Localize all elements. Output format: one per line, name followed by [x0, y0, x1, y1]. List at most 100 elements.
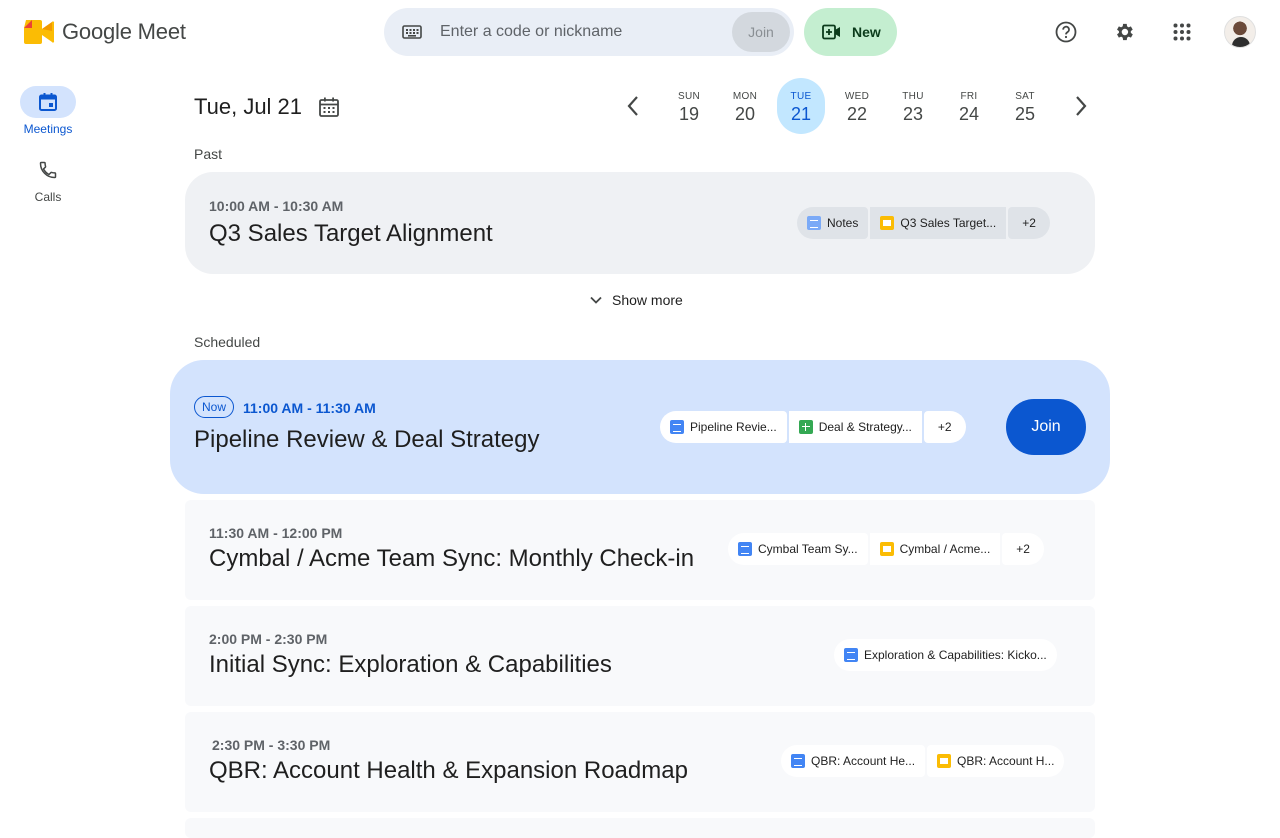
- attachment-chips: Exploration & Capabilities: Kicko...: [834, 639, 1057, 671]
- app-logo[interactable]: Google Meet: [22, 18, 186, 46]
- chevron-left-icon: [627, 96, 638, 116]
- meeting-code-input[interactable]: [440, 20, 710, 44]
- attachment-chip[interactable]: Notes: [797, 207, 869, 239]
- meeting-time: 2:30 PM - 3:30 PM: [212, 737, 331, 753]
- day-name: SUN: [677, 91, 700, 102]
- chip-label: Cymbal / Acme...: [899, 542, 991, 556]
- chip-label: Cymbal Team Sy...: [758, 542, 858, 556]
- attachment-chip[interactable]: Exploration & Capabilities: Kicko...: [834, 639, 1057, 671]
- chevron-down-icon: [590, 296, 602, 304]
- day-number: 22: [846, 104, 868, 124]
- attachment-chip[interactable]: Cymbal Team Sy...: [728, 533, 868, 565]
- meeting-time: 10:00 AM - 10:30 AM: [209, 198, 344, 214]
- chip-label: Deal & Strategy...: [818, 420, 912, 434]
- docs-icon: [844, 648, 858, 662]
- settings-gear-icon[interactable]: [1108, 16, 1140, 48]
- current-meeting-card[interactable]: Now 11:00 AM - 11:30 AM Pipeline Review …: [170, 360, 1110, 494]
- docs-icon: [738, 542, 752, 556]
- meeting-time: 11:30 AM - 12:00 PM: [209, 525, 343, 541]
- meeting-card[interactable]: 2:30 PM - 3:30 PM QBR: Account Health & …: [185, 712, 1095, 812]
- day-number: 21: [790, 104, 812, 124]
- chip-label: Pipeline Revie...: [690, 420, 777, 434]
- attachment-chip[interactable]: QBR: Account He...: [781, 745, 926, 777]
- attachment-chips: Pipeline Revie... Deal & Strategy... +2: [660, 411, 966, 443]
- meeting-card[interactable]: 2:00 PM - 2:30 PM Initial Sync: Explorat…: [185, 606, 1095, 706]
- meeting-title: QBR: Account Health & Expansion Roadmap: [209, 757, 688, 784]
- notes-icon: [807, 216, 821, 230]
- chip-label: Exploration & Capabilities: Kicko...: [864, 648, 1047, 662]
- help-icon[interactable]: [1050, 16, 1082, 48]
- attachment-chips: Notes Q3 Sales Target... +2: [797, 207, 1050, 239]
- attachment-chip[interactable]: Deal & Strategy...: [788, 411, 922, 443]
- meeting-time: 11:00 AM - 11:30 AM: [243, 400, 376, 416]
- new-meeting-button[interactable]: New: [804, 8, 897, 56]
- attachment-chips: Cymbal Team Sy... Cymbal / Acme... +2: [728, 533, 1044, 565]
- apps-grid-icon[interactable]: [1166, 16, 1198, 48]
- day-fri[interactable]: FRI 24: [945, 78, 993, 134]
- rail-label-meetings: Meetings: [23, 122, 73, 136]
- slides-icon: [880, 216, 895, 230]
- scheduled-section-label: Scheduled: [194, 334, 261, 350]
- calendar-icon: [39, 93, 57, 111]
- day-mon[interactable]: MON 20: [721, 78, 769, 134]
- day-name: MON: [732, 91, 758, 102]
- selected-date-title: Tue, Jul 21: [194, 94, 303, 119]
- day-number: 19: [678, 104, 700, 124]
- day-sun[interactable]: SUN 19: [665, 78, 713, 134]
- day-thu[interactable]: THU 23: [889, 78, 937, 134]
- new-meeting-label: New: [852, 24, 881, 40]
- day-name: WED: [844, 91, 870, 102]
- day-name: SAT: [1015, 91, 1035, 102]
- day-wed[interactable]: WED 22: [833, 78, 881, 134]
- app-name: Google Meet: [62, 19, 186, 44]
- slides-icon: [879, 542, 894, 556]
- meeting-code-search: Join: [384, 8, 794, 56]
- day-name: TUE: [790, 91, 812, 102]
- rail-item-calls[interactable]: Calls: [12, 154, 84, 204]
- slides-icon: [937, 754, 952, 768]
- sheets-icon: [798, 420, 813, 434]
- attachment-chip[interactable]: Q3 Sales Target...: [870, 207, 1007, 239]
- attachment-chip[interactable]: Pipeline Revie...: [660, 411, 787, 443]
- more-attachments-chip[interactable]: +2: [1008, 207, 1050, 239]
- video-add-icon: [822, 24, 840, 40]
- day-number: 20: [734, 104, 756, 124]
- show-more-label: Show more: [612, 292, 683, 308]
- chip-label: QBR: Account H...: [957, 754, 1055, 768]
- keyboard-icon: [402, 25, 422, 39]
- show-more-button[interactable]: Show more: [590, 292, 683, 308]
- meet-logo-icon: [24, 20, 55, 44]
- rail-item-meetings[interactable]: Meetings: [12, 86, 84, 136]
- day-sat[interactable]: SAT 25: [1001, 78, 1049, 134]
- attachment-chip[interactable]: QBR: Account H...: [927, 745, 1065, 777]
- previous-week-button[interactable]: [619, 92, 647, 120]
- join-code-button[interactable]: Join: [732, 12, 790, 52]
- docs-icon: [791, 754, 805, 768]
- account-avatar[interactable]: [1224, 16, 1256, 48]
- meeting-card[interactable]: 11:30 AM - 12:00 PM Cymbal / Acme Team S…: [185, 500, 1095, 600]
- chip-label: Notes: [827, 216, 859, 230]
- day-number: 23: [902, 104, 924, 124]
- rail-label-calls: Calls: [34, 190, 62, 204]
- attachment-chip[interactable]: Cymbal / Acme...: [869, 533, 1001, 565]
- date-picker-icon[interactable]: [318, 96, 340, 118]
- now-badge: Now: [194, 396, 235, 418]
- day-name: THU: [902, 91, 924, 102]
- attachment-chips: QBR: Account He... QBR: Account H...: [781, 745, 1065, 777]
- next-week-button[interactable]: [1067, 92, 1095, 120]
- more-attachments-chip[interactable]: +2: [1002, 533, 1044, 565]
- day-number: 25: [1014, 104, 1036, 124]
- chip-label: QBR: Account He...: [811, 754, 916, 768]
- more-attachments-chip[interactable]: +2: [923, 411, 966, 443]
- phone-icon: [39, 161, 57, 179]
- join-meeting-button[interactable]: Join: [1006, 399, 1086, 455]
- past-section-label: Past: [194, 146, 223, 162]
- meeting-title: Q3 Sales Target Alignment: [209, 220, 493, 247]
- day-number: 24: [958, 104, 980, 124]
- meeting-title: Pipeline Review & Deal Strategy: [194, 426, 540, 453]
- meeting-title: Cymbal / Acme Team Sync: Monthly Check-i…: [209, 545, 695, 572]
- day-tue[interactable]: TUE 21: [777, 78, 825, 134]
- past-meeting-card[interactable]: 10:00 AM - 10:30 AM Q3 Sales Target Alig…: [185, 172, 1095, 274]
- rail-pill: [20, 86, 76, 118]
- rail-pill: [20, 154, 76, 186]
